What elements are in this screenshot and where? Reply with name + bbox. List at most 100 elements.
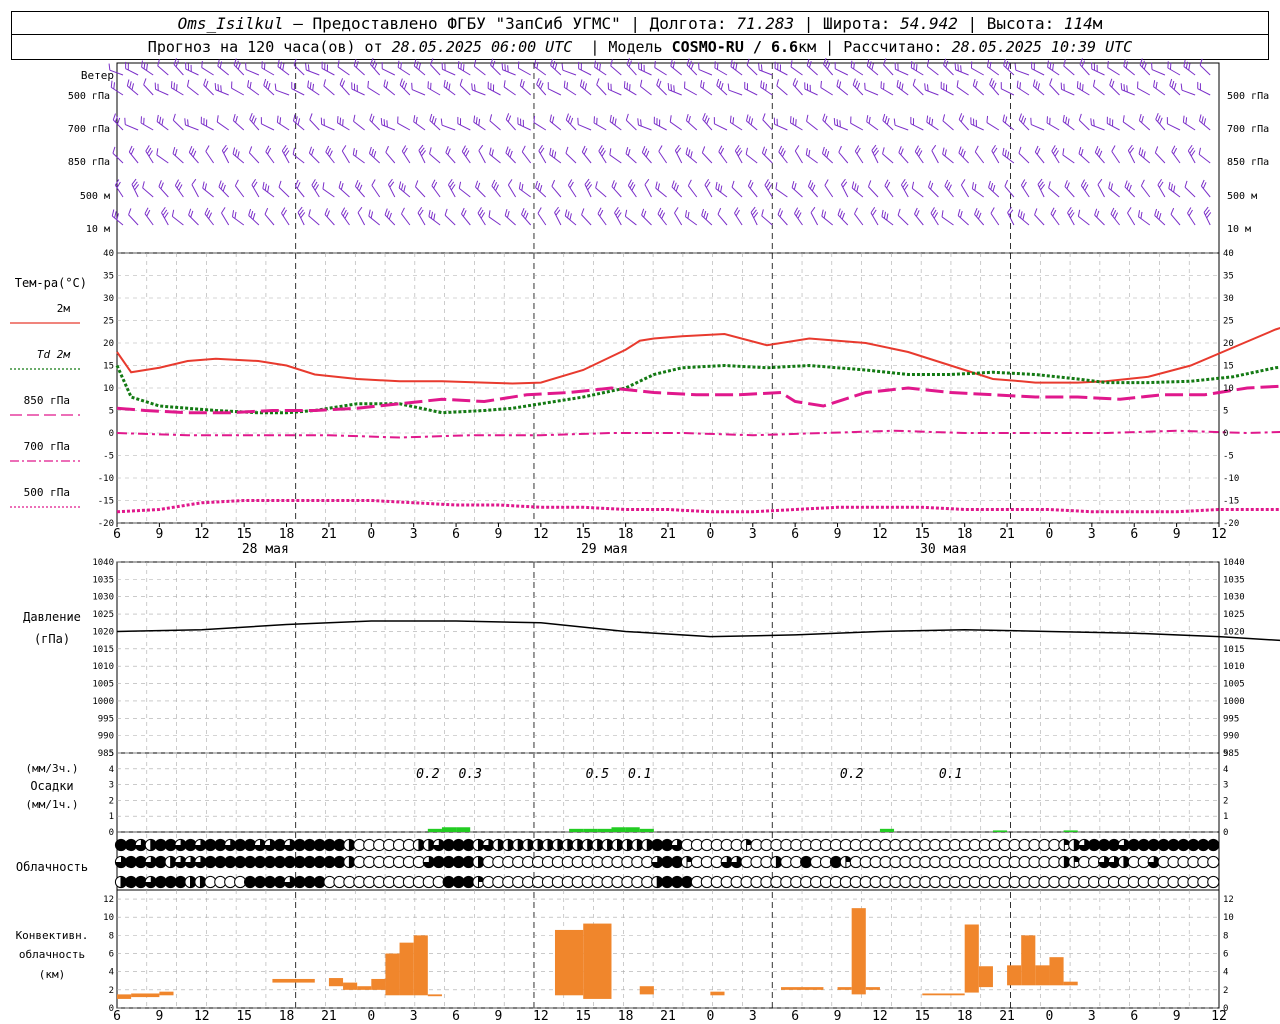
wind-barb-icon (715, 181, 728, 198)
wind-barb-icon (581, 208, 592, 226)
convective-bar (343, 982, 358, 990)
day-label: 28 мая (242, 542, 289, 557)
wind-level-right-10m: 10 м (1227, 224, 1251, 235)
wind-barb-icon (794, 207, 803, 226)
precip-bar (441, 827, 457, 832)
temp-tick-left: 25 (103, 317, 114, 327)
wind-barb-icon (700, 80, 713, 96)
wind-barb-icon (1062, 148, 1075, 164)
wind-barb-icon (281, 144, 290, 164)
wind-barb-icon (610, 59, 622, 76)
wind-barb-icon (790, 116, 803, 131)
wind-barb-icon (354, 180, 365, 198)
wind-barb-icon (685, 147, 698, 164)
wind-barb-icon (281, 207, 290, 226)
wind-barb-icon (172, 147, 184, 164)
wind-barb-icon (1091, 62, 1105, 76)
convective-bar (328, 978, 344, 987)
precip-bar (611, 827, 626, 832)
hour-label-top: 18 (957, 527, 973, 542)
wind-barb-icon (429, 147, 441, 164)
wind-barb-icon (1063, 59, 1075, 76)
wind-barb-icon (292, 114, 305, 131)
wind-barb-icon (264, 207, 275, 226)
precip-bar (427, 828, 442, 832)
pressure-tick-left: 1010 (92, 662, 114, 672)
wind-barb-icon (232, 114, 245, 131)
conv-tick-left: 4 (109, 968, 114, 978)
wind-barb-icon (1094, 146, 1105, 164)
wind-barb-icon (866, 115, 879, 131)
temp-tick-left: 15 (103, 362, 114, 372)
wind-barb-icon (112, 146, 124, 164)
pressure-unit: (гПа) (34, 632, 70, 646)
wind-barb-icon (1120, 83, 1135, 96)
wind-barb-icon (687, 179, 698, 198)
wind-barb-icon (926, 59, 939, 76)
wind-barb-icon (381, 62, 396, 76)
wind-barb-icon (986, 115, 1000, 131)
wind-barb-icon (837, 208, 849, 226)
hour-label-bottom: 21 (321, 1009, 337, 1024)
wind-barb-icon (248, 208, 260, 226)
wind-barb-icon (517, 61, 531, 76)
wind-barb-icon (170, 81, 184, 96)
conv-tick-right: 8 (1223, 931, 1228, 941)
wind-barb-icon (750, 206, 759, 226)
wind-barb-icon (216, 115, 229, 131)
wind-barb-icon (1198, 147, 1211, 164)
wind-barb-icon (658, 145, 668, 164)
precip-bar (456, 827, 471, 832)
wind-barb-icon (535, 180, 547, 198)
precip-tick-left: 3 (109, 781, 114, 791)
hour-label-bottom: 12 (194, 1009, 210, 1024)
wind-barb-icon (445, 146, 456, 164)
wind-barb-icon (521, 145, 532, 164)
convective-bar (357, 986, 372, 990)
wind-barb-icon (897, 208, 909, 226)
precip-bars: 0.20.30.50.10.20.10.10.1 (416, 767, 1078, 832)
wind-barb-icon (124, 117, 139, 131)
wind-barb-icon (1170, 207, 1181, 226)
wind-barb-icon (773, 117, 788, 131)
wind-barb-icon (447, 178, 456, 198)
conv-tick-right: 6 (1223, 950, 1228, 960)
wind-barb-icon (114, 179, 124, 198)
convective-bar (1021, 935, 1036, 986)
wind-barb-icon (893, 118, 909, 131)
temp-tick-left: 5 (109, 407, 114, 417)
hour-label-top: 21 (999, 527, 1015, 542)
wind-barb-icon (639, 79, 652, 96)
wind-barb-icon (1014, 63, 1030, 76)
wind-barb-icon (278, 180, 290, 198)
hour-label-top: 18 (618, 527, 634, 542)
wind-barb-icon (609, 148, 622, 164)
wind-barb-icon (308, 209, 320, 226)
wind-barb-icon (324, 208, 335, 226)
wind-barb-icon (581, 145, 592, 164)
wind-barb-icon (1187, 207, 1196, 226)
precip-tick-left: 4 (109, 765, 114, 775)
pressure-tick-left: 995 (98, 714, 114, 724)
wind-barb-icon (900, 178, 909, 198)
wind-barb-icon (701, 208, 713, 226)
day-label: 29 мая (581, 542, 628, 557)
wind-barb-icon (593, 116, 607, 131)
wind-barb-icon (274, 83, 290, 96)
wind-barb-icon (1184, 180, 1196, 198)
temp-tick-right: -15 (1223, 497, 1239, 507)
wind-barb-icon (353, 59, 365, 76)
convective-bar (781, 987, 824, 990)
temp-legend-label: 850 гПа (24, 394, 70, 407)
conv-tick-right: 10 (1223, 913, 1234, 923)
wind-barb-icon (1030, 117, 1045, 131)
wind-barb-icon (1092, 79, 1105, 96)
wind-barb-icon (684, 210, 698, 226)
temp-tick-left: -20 (98, 519, 114, 529)
pressure-tick-right: 1035 (1223, 575, 1245, 585)
wind-barb-icon (368, 209, 381, 226)
temp-tick-left: 10 (103, 384, 114, 394)
wind-barb-icon (184, 118, 199, 131)
conv-tick-left: 6 (109, 950, 114, 960)
wind-barb-icon (323, 79, 335, 96)
